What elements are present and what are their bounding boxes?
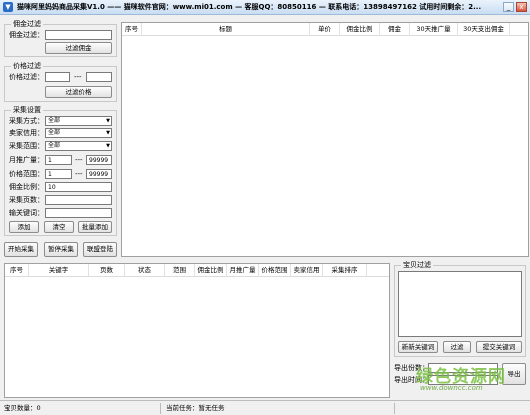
goods-table-header: 序号 标题 单价 佣金比例 佣金 30天推广量 30天支出佣金 [122,23,528,36]
watermark-url: www.downcc.com [420,384,483,392]
price-range-sep: --- [75,170,83,178]
item-filter-textarea[interactable] [398,271,522,337]
goods-col-index[interactable]: 序号 [122,23,142,36]
collect-range-select[interactable]: 全部 ▼ [45,141,112,151]
commission-filter-label: 佣金过滤： [9,31,44,39]
task-col-status[interactable]: 状态 [125,264,165,277]
goods-col-title[interactable]: 标题 [142,23,310,36]
batch-add-button[interactable]: 批量添加 [78,221,112,233]
pause-collect-button[interactable]: 暂停采集 [44,242,78,257]
seller-credit-select[interactable]: 全部 ▼ [45,128,112,138]
price-range-from-input[interactable] [45,169,72,179]
task-col-pages[interactable]: 页数 [89,264,125,277]
collect-pages-label: 采集页数： [9,196,44,204]
price-filter-legend: 价格过滤 [11,62,43,71]
keyword-input[interactable] [45,208,112,218]
price-range-separator: --- [74,73,82,81]
submit-keyword-button[interactable]: 提交关键词 [476,341,522,353]
close-button[interactable]: x [516,2,527,12]
collect-settings-legend: 采集设置 [11,106,43,115]
filter-commission-button[interactable]: 过滤佣金 [45,42,112,54]
task-col-seller-credit[interactable]: 卖家信用 [291,264,323,277]
new-keyword-button[interactable]: 新新关键词 [398,341,438,353]
task-col-sort[interactable]: 采集排序 [323,264,367,277]
goods-col-ratio[interactable]: 佣金比例 [340,23,380,36]
filter-price-button[interactable]: 过滤价格 [45,86,112,98]
price-range-to-input[interactable] [86,169,112,179]
monthly-promo-from-input[interactable] [45,155,72,165]
filter-button[interactable]: 过滤 [443,341,471,353]
status-bar: 宝贝数量：0 当前任务：暂无任务 [0,400,530,415]
status-divider [394,403,395,414]
commission-filter-input[interactable] [45,30,112,40]
goods-col-price[interactable]: 单价 [310,23,340,36]
app-cat-icon: ▼ [3,2,13,12]
price-from-input[interactable] [45,72,70,82]
price-to-input[interactable] [86,72,112,82]
collect-method-label: 采集方式： [9,117,44,125]
monthly-promo-to-input[interactable] [86,155,112,165]
collect-range-value: 全部 [48,142,61,149]
monthly-promo-separator: --- [75,156,83,164]
seller-credit-label: 卖家信用： [9,129,44,137]
monthly-promo-label: 月推广量： [9,156,44,164]
goods-col-commission[interactable]: 佣金 [380,23,410,36]
commission-ratio-input[interactable] [45,182,112,192]
keyword-label: 输关键词： [9,209,44,217]
goods-col-30d-commission[interactable]: 30天支出佣金 [458,23,510,36]
start-collect-button[interactable]: 开始采集 [4,242,38,257]
status-current-task: 当前任务：暂无任务 [166,404,225,412]
task-col-price-range[interactable]: 价格范围 [259,264,291,277]
task-col-monthly[interactable]: 月推广量 [227,264,259,277]
watermark: 绿色资源网 www.downcc.com [412,362,530,400]
collect-range-label: 采集范围： [9,142,44,150]
task-col-ratio[interactable]: 佣金比例 [195,264,227,277]
title-bar: ▼ 猫咪阿里妈妈商品采集V1.0 —— 猫咪软件官网：www.mi01.com … [0,0,530,15]
goods-col-30d-volume[interactable]: 30天推广量 [410,23,458,36]
task-col-index[interactable]: 序号 [5,264,29,277]
task-table[interactable]: 序号 关键字 页数 状态 范围 佣金比例 月推广量 价格范围 卖家信用 采集排序 [4,263,390,398]
item-filter-legend: 宝贝过滤 [401,261,433,270]
commission-filter-legend: 佣金过滤 [11,20,43,29]
collect-method-select[interactable]: 全部 ▼ [45,116,112,126]
alliance-login-button[interactable]: 联盟登陆 [83,242,117,257]
window-title: 猫咪阿里妈妈商品采集V1.0 —— 猫咪软件官网：www.mi01.com — … [17,3,482,11]
task-table-header: 序号 关键字 页数 状态 范围 佣金比例 月推广量 价格范围 卖家信用 采集排序 [5,264,389,277]
status-item-count: 宝贝数量：0 [4,404,41,412]
clear-keyword-button[interactable]: 清空 [44,221,74,233]
collect-pages-input[interactable] [45,195,112,205]
chevron-down-icon: ▼ [106,130,110,136]
collect-method-value: 全部 [48,117,61,124]
add-keyword-button[interactable]: 添加 [9,221,39,233]
minimize-button[interactable]: _ [503,2,514,12]
chevron-down-icon: ▼ [106,118,110,124]
seller-credit-value: 全部 [48,129,61,136]
chevron-down-icon: ▼ [106,143,110,149]
task-col-range[interactable]: 范围 [165,264,195,277]
commission-ratio-label: 佣金比例： [9,183,44,191]
status-divider [160,403,161,414]
task-col-keyword[interactable]: 关键字 [29,264,89,277]
price-range-label: 价格范围： [9,170,44,178]
price-filter-label: 价格过滤： [9,73,44,81]
goods-table[interactable]: 序号 标题 单价 佣金比例 佣金 30天推广量 30天支出佣金 [121,22,529,257]
